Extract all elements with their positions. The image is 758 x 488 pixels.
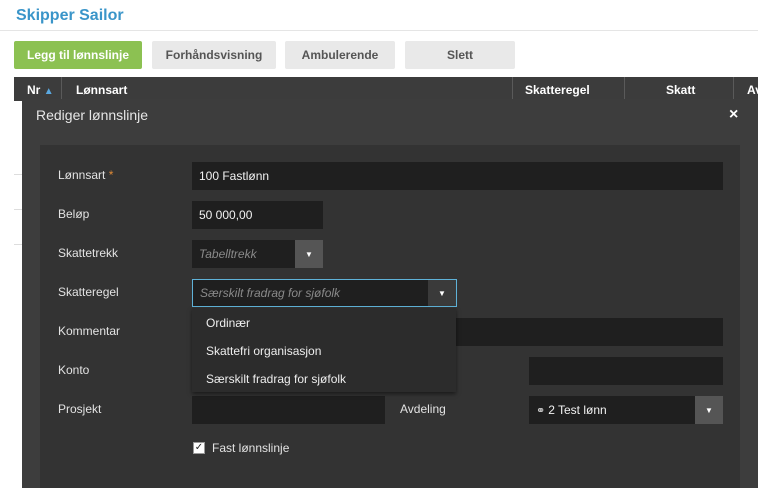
- sort-ascending-icon: ▲: [43, 86, 54, 97]
- dropdown-option[interactable]: Særskilt fradrag for sjøfolk: [206, 372, 346, 386]
- chevron-down-icon[interactable]: ▼: [295, 240, 323, 268]
- column-divider: [624, 77, 625, 101]
- konto-label: Konto: [58, 363, 90, 377]
- prosjekt-label: Prosjekt: [58, 402, 102, 416]
- column-header-skatt[interactable]: Skatt: [666, 77, 695, 101]
- skatteregel-select[interactable]: Særskilt fradrag for sjøfolk: [192, 279, 457, 307]
- belop-input[interactable]: 50 000,00: [192, 201, 323, 229]
- close-icon[interactable]: ×: [729, 106, 738, 124]
- add-pay-line-button[interactable]: Legg til lønnslinje: [14, 41, 142, 69]
- column-divider: [61, 77, 62, 101]
- chevron-down-icon[interactable]: ▼: [695, 396, 723, 424]
- column-header-nr[interactable]: Nr ▲: [27, 77, 54, 101]
- column-divider: [733, 77, 734, 101]
- skattetrekk-select[interactable]: Tabelltrekk: [192, 240, 296, 268]
- lonnsart-label: Lønnsart *: [58, 168, 114, 182]
- key-icon: ⚭: [536, 405, 546, 417]
- preview-button[interactable]: Forhåndsvisning: [152, 41, 276, 69]
- skatteregel-dropdown-menu: Ordinær Skattefri organisasjon Særskilt …: [192, 308, 456, 392]
- prosjekt-input[interactable]: [192, 396, 385, 424]
- chevron-down-icon[interactable]: ▼: [428, 280, 456, 306]
- delete-button[interactable]: Slett: [405, 41, 515, 69]
- dropdown-option[interactable]: Ordinær: [206, 316, 250, 330]
- avdeling-label: Avdeling: [400, 402, 446, 416]
- app-title: Skipper Sailor: [16, 7, 124, 24]
- skattetrekk-label: Skattetrekk: [58, 246, 119, 260]
- table-header: Nr ▲ Lønnsart Skatteregel Skatt Av: [14, 77, 758, 101]
- column-header-skatteregel[interactable]: Skatteregel: [525, 77, 590, 101]
- title-divider: [0, 30, 758, 31]
- kommentar-label: Kommentar: [58, 324, 121, 338]
- skatteregel-label: Skatteregel: [58, 285, 119, 299]
- lonnsart-input[interactable]: 100 Fastlønn: [192, 162, 723, 190]
- fast-lonnslinje-checkbox[interactable]: ✓: [193, 442, 205, 454]
- column-divider: [512, 77, 513, 101]
- kommentar-input[interactable]: [456, 318, 723, 346]
- dropdown-option[interactable]: Skattefri organisasjon: [206, 344, 321, 358]
- belop-label: Beløp: [58, 207, 90, 221]
- dialog-title: Rediger lønnslinje: [36, 107, 149, 123]
- column-header-av[interactable]: Av: [747, 77, 758, 101]
- fast-lonnslinje-label: Fast lønnslinje: [212, 441, 290, 455]
- avdeling-select[interactable]: ⚭ 2 Test lønn: [529, 396, 695, 424]
- column-header-lonnsart[interactable]: Lønnsart: [76, 77, 127, 101]
- required-marker: *: [108, 168, 114, 182]
- konto-input[interactable]: [529, 357, 723, 385]
- ambulant-button[interactable]: Ambulerende: [285, 41, 395, 69]
